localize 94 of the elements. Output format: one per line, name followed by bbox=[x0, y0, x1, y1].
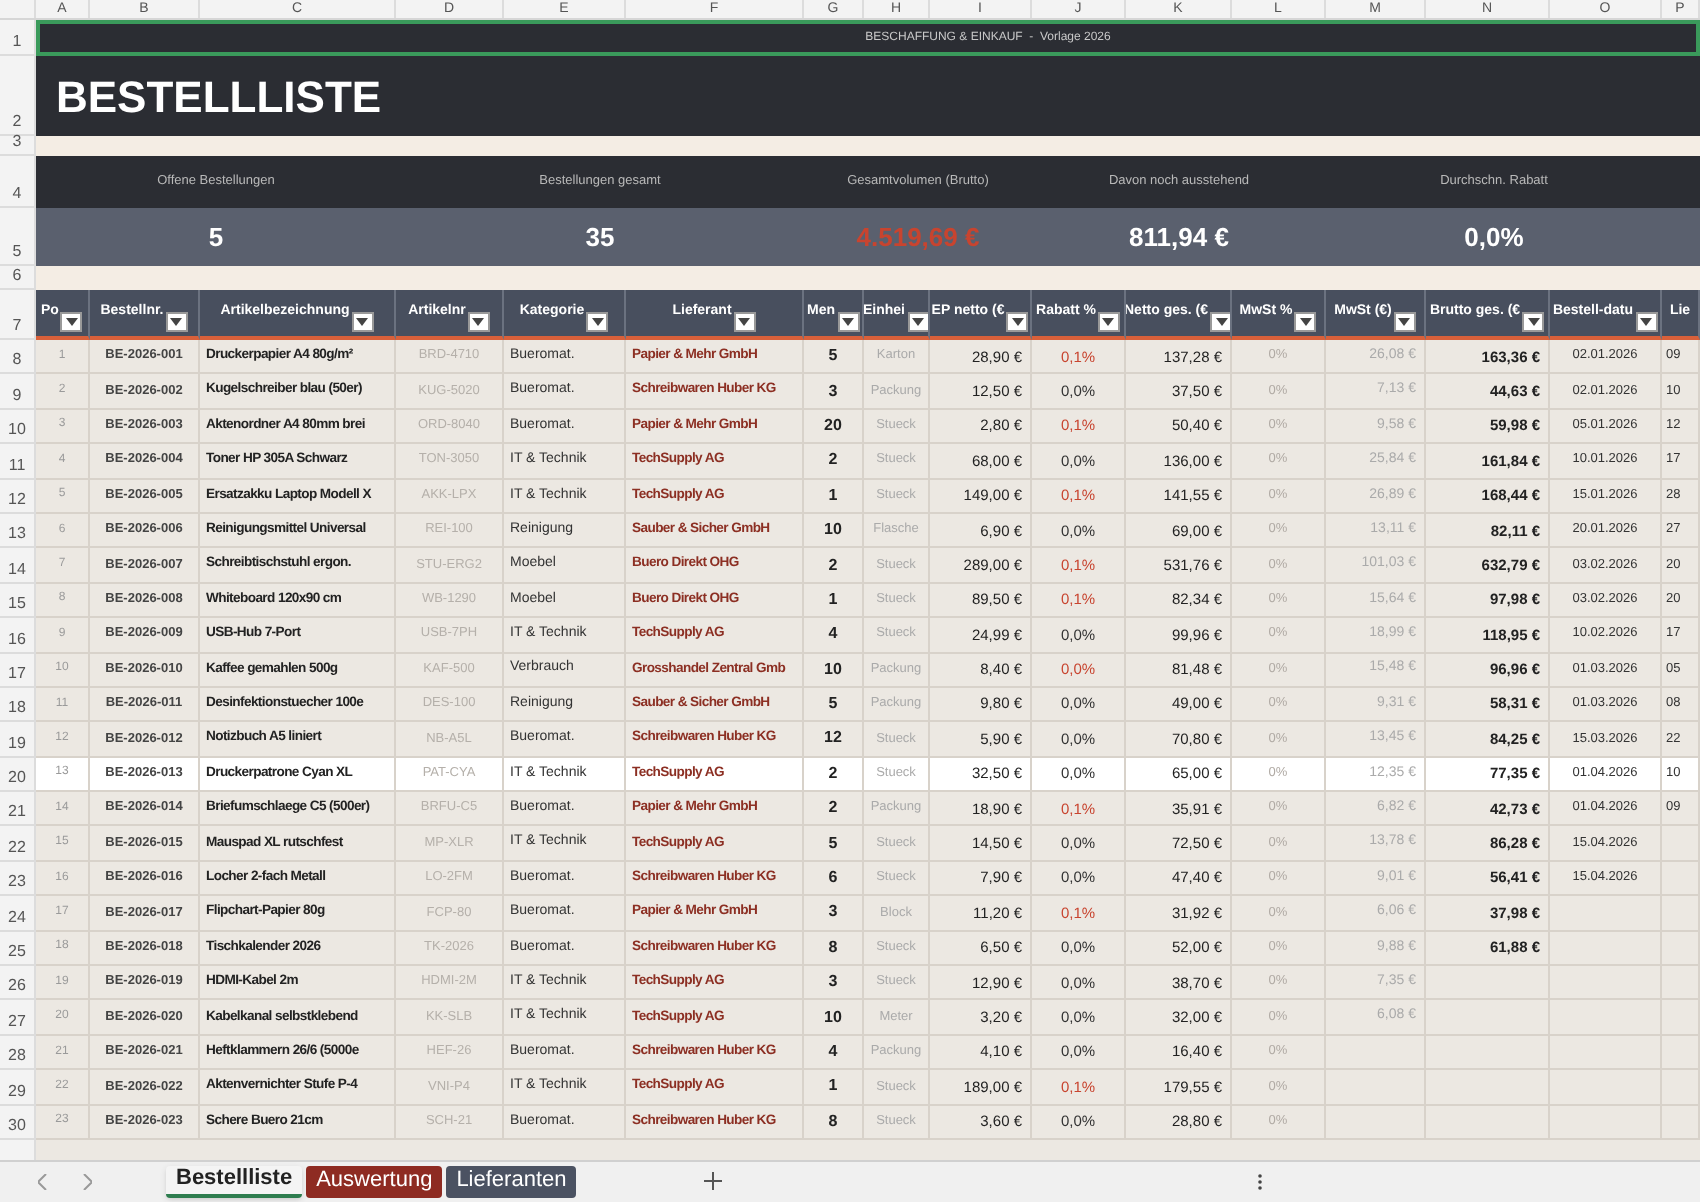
kpi-value: 4.519,69 € bbox=[856, 219, 980, 256]
row-number: 29 bbox=[0, 1070, 36, 1106]
quantity-cell: 20 bbox=[804, 409, 864, 445]
quantity-cell: 2 bbox=[804, 757, 864, 793]
filter-button[interactable] bbox=[1210, 312, 1230, 332]
kpi-value: 5 bbox=[208, 219, 224, 256]
kpi-value: 0,0% bbox=[1464, 219, 1524, 256]
caret-icon bbox=[170, 318, 183, 326]
row-number: 2 bbox=[0, 56, 36, 136]
quantity-cell: 10 bbox=[804, 653, 864, 688]
quantity-cell: 1 bbox=[804, 1070, 864, 1106]
row-number: 4 bbox=[0, 156, 36, 208]
filter-button[interactable] bbox=[165, 312, 188, 332]
row-number: 21 bbox=[0, 792, 36, 827]
quantity-cell: 2 bbox=[804, 548, 864, 584]
quantity-cell: 2 bbox=[804, 792, 864, 827]
plus-icon[interactable] bbox=[704, 1172, 723, 1191]
quantity-cell: 6 bbox=[804, 861, 864, 897]
row-number: 16 bbox=[0, 618, 36, 654]
caret-icon bbox=[591, 318, 604, 326]
row-number: 20 bbox=[0, 757, 36, 793]
filter-button[interactable] bbox=[467, 312, 490, 332]
caret-icon bbox=[1398, 318, 1411, 326]
row-number: 3 bbox=[0, 136, 36, 156]
row-number: 6 bbox=[0, 266, 36, 290]
quantity-cell: 3 bbox=[804, 896, 864, 932]
quantity-cell: 10 bbox=[804, 513, 864, 549]
caret-icon bbox=[65, 318, 78, 326]
caret-icon bbox=[1299, 318, 1312, 326]
kpi-value: 811,94 € bbox=[1129, 219, 1229, 256]
quantity-cell: 5 bbox=[804, 826, 864, 862]
row-number: 18 bbox=[0, 687, 36, 723]
sheet-tab[interactable]: Auswertung bbox=[306, 1165, 443, 1198]
quantity-cell: 2 bbox=[804, 444, 864, 480]
row-number: 13 bbox=[0, 513, 36, 549]
row-number: 10 bbox=[0, 409, 36, 445]
filter-button[interactable] bbox=[1635, 312, 1658, 332]
row-number: 17 bbox=[0, 653, 36, 688]
filter-button[interactable] bbox=[837, 312, 859, 332]
row-number: 15 bbox=[0, 583, 36, 619]
quantity-cell: 1 bbox=[804, 479, 864, 514]
caret-icon bbox=[1102, 318, 1115, 326]
quantity-cell: 3 bbox=[804, 374, 864, 410]
row-number: 23 bbox=[0, 861, 36, 897]
filter-button[interactable] bbox=[351, 312, 374, 332]
row-number: 19 bbox=[0, 722, 36, 758]
row-number: 28 bbox=[0, 1035, 36, 1071]
filter-button[interactable] bbox=[1522, 312, 1545, 332]
filter-button[interactable] bbox=[1097, 312, 1120, 332]
quantity-cell: 4 bbox=[804, 618, 864, 654]
row-number: 24 bbox=[0, 896, 36, 932]
caret-icon bbox=[1527, 318, 1540, 326]
caret-icon bbox=[912, 318, 925, 326]
filter-button[interactable] bbox=[60, 312, 83, 332]
caret-icon bbox=[1640, 318, 1653, 326]
caret-icon bbox=[738, 318, 751, 326]
filter-button[interactable] bbox=[1393, 312, 1416, 332]
quantity-cell: 5 bbox=[804, 340, 864, 375]
row-number: 27 bbox=[0, 1000, 36, 1036]
sheet-title: BESTELLLISTE bbox=[56, 69, 382, 125]
caret-icon bbox=[356, 318, 369, 326]
caret-icon bbox=[842, 318, 854, 326]
sheet-tab[interactable]: Bestellliste bbox=[166, 1165, 303, 1198]
row-number: 25 bbox=[0, 931, 36, 967]
row-number: 12 bbox=[0, 479, 36, 514]
quantity-cell: 8 bbox=[804, 1105, 864, 1140]
more-icon[interactable] bbox=[1258, 1173, 1263, 1190]
quantity-cell: 5 bbox=[804, 687, 864, 723]
filter-button[interactable] bbox=[1294, 312, 1317, 332]
filter-button[interactable] bbox=[586, 312, 609, 332]
quantity-cell: 10 bbox=[804, 1000, 864, 1036]
caret-icon bbox=[1011, 318, 1024, 326]
filter-button[interactable] bbox=[907, 312, 928, 332]
quantity-cell: 3 bbox=[804, 966, 864, 1001]
row-number: 26 bbox=[0, 966, 36, 1001]
quantity-cell: 1 bbox=[804, 583, 864, 619]
quantity-cell: 8 bbox=[804, 931, 864, 967]
filter-button[interactable] bbox=[1006, 312, 1029, 332]
row-number: 8 bbox=[0, 340, 36, 375]
quantity-cell: 4 bbox=[804, 1035, 864, 1071]
sheet-tab[interactable]: Lieferanten bbox=[446, 1165, 577, 1198]
row-number: 7 bbox=[0, 290, 36, 340]
kpi-value: 35 bbox=[585, 219, 615, 256]
row-number: 5 bbox=[0, 208, 36, 266]
row-number: 9 bbox=[0, 374, 36, 410]
row-number: 14 bbox=[0, 548, 36, 584]
filter-button[interactable] bbox=[733, 312, 756, 332]
caret-icon bbox=[1215, 318, 1228, 326]
row-number: 22 bbox=[0, 826, 36, 862]
row-number: 11 bbox=[0, 444, 36, 480]
caret-icon bbox=[472, 318, 485, 326]
row-number: 1 bbox=[0, 20, 36, 56]
row-number: 30 bbox=[0, 1105, 36, 1140]
quantity-cell: 12 bbox=[804, 722, 864, 758]
